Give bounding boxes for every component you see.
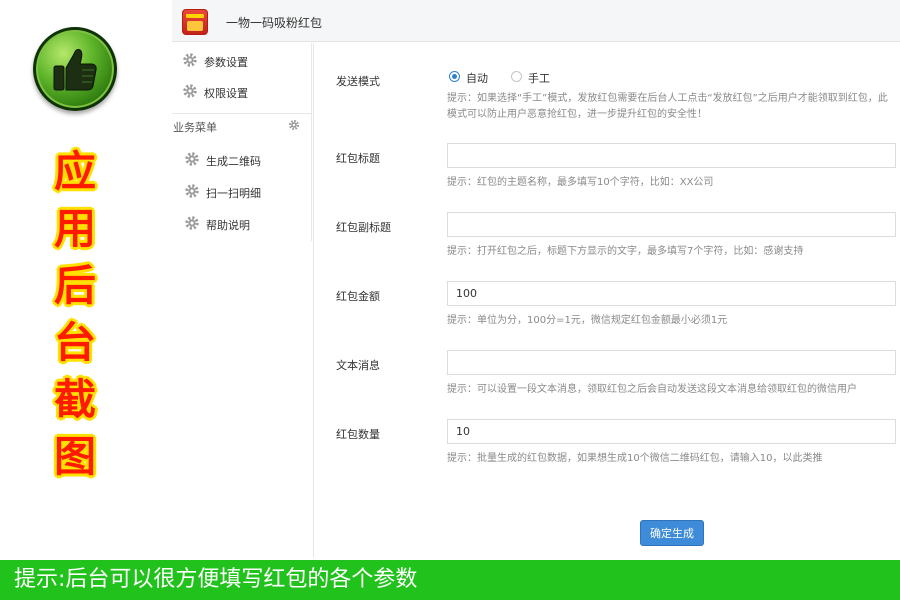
- subtitle-input[interactable]: [447, 212, 896, 237]
- sidebar-item-scan-details[interactable]: 扫一扫明细: [184, 182, 304, 202]
- message-hint: 提示：可以设置一段文本消息，领取红包之后会自动发送这段文本消息给领取红包的微信用…: [447, 384, 857, 395]
- tip-banner-text: 提示:后台可以很方便填写红包的各个参数: [14, 567, 418, 592]
- sidebar-item-label: 帮助说明: [206, 219, 250, 232]
- sidebar-item-label: 权限设置: [204, 87, 248, 100]
- quantity-label: 红包数量: [336, 428, 380, 441]
- quantity-input[interactable]: [447, 419, 896, 444]
- radio-dot: [511, 71, 522, 82]
- title-label: 红包标题: [336, 152, 380, 165]
- sidebar: 参数设置 权限设置 业务菜单 生成二维码 扫一扫明细 帮助说明: [172, 43, 312, 241]
- radio-dot: [449, 71, 460, 82]
- promo-char: 台: [53, 318, 96, 367]
- promo-char: 后: [53, 261, 96, 310]
- promo-char: 应: [53, 147, 96, 196]
- amount-hint: 提示：单位为分，100分=1元，微信规定红包金额最小必须1元: [447, 315, 728, 326]
- sidebar-item-label: 参数设置: [204, 56, 248, 69]
- settings-form: 发送模式 自动 手工 提示：如果选择“手工”模式，发放红包需要在后台人工点击“发…: [313, 43, 900, 558]
- sidebar-item-params[interactable]: 参数设置: [182, 51, 302, 71]
- gear-icon: [185, 152, 199, 166]
- gear-icon: [183, 84, 197, 98]
- message-input[interactable]: [447, 350, 896, 375]
- thumbs-up-icon: [53, 49, 97, 91]
- sidebar-section-label: 业务菜单: [173, 121, 217, 134]
- sidebar-item-label: 扫一扫明细: [206, 187, 261, 200]
- amount-label: 红包金额: [336, 290, 380, 303]
- generate-button[interactable]: 确定生成: [640, 520, 704, 546]
- radio-label: 自动: [466, 72, 488, 85]
- tip-banner: 提示:后台可以很方便填写红包的各个参数: [0, 560, 900, 600]
- promo-panel: 应 用 后 台 截 图: [0, 0, 172, 560]
- promo-char: 用: [53, 204, 96, 253]
- title-input[interactable]: [447, 143, 896, 168]
- gear-icon: [183, 53, 197, 67]
- red-packet-logo-icon: [182, 9, 208, 35]
- subtitle-label: 红包副标题: [336, 221, 391, 234]
- sidebar-item-label: 生成二维码: [206, 155, 261, 168]
- title-hint: 提示：红包的主题名称，最多填写10个字符，比如：XX公司: [447, 177, 714, 188]
- radio-label: 手工: [528, 72, 550, 85]
- promo-char: 截: [53, 375, 96, 424]
- promo-char: 图: [53, 432, 96, 481]
- gear-icon: [185, 184, 199, 198]
- subtitle-hint: 提示：打开红包之后，标题下方显示的文字，最多填写7个字符，比如：感谢支持: [447, 246, 804, 257]
- amount-input[interactable]: [447, 281, 896, 306]
- gear-icon: [288, 119, 300, 131]
- message-label: 文本消息: [336, 359, 380, 372]
- app-header: 一物一码吸粉红包: [172, 0, 900, 42]
- quantity-hint: 提示：批量生成的红包数据，如果想生成10个微信二维码红包，请输入10，以此类推: [447, 453, 823, 464]
- sidebar-item-permissions[interactable]: 权限设置: [182, 82, 302, 102]
- thumbs-up-badge: [33, 27, 117, 111]
- sidebar-item-generate-qr[interactable]: 生成二维码: [184, 150, 304, 170]
- app-title: 一物一码吸粉红包: [226, 16, 323, 30]
- send-mode-hint: 提示：如果选择“手工”模式，发放红包需要在后台人工点击“发放红包”之后用户才能领…: [447, 93, 888, 120]
- sidebar-item-help[interactable]: 帮助说明: [184, 214, 304, 234]
- gear-icon: [185, 216, 199, 230]
- send-mode-label: 发送模式: [336, 75, 380, 88]
- sidebar-section-business[interactable]: 业务菜单: [172, 115, 311, 137]
- sidebar-divider: [172, 113, 311, 114]
